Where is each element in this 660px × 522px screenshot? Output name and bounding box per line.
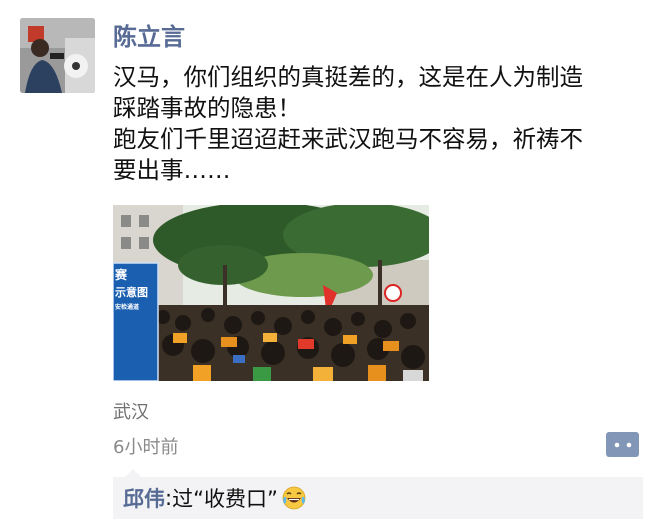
comment-area-arrow [125, 469, 141, 477]
comment-separator: : [165, 486, 173, 510]
comment-item[interactable]: 邱伟 : 过“收费口” [113, 477, 643, 519]
sign-line-1: 赛 [115, 268, 128, 282]
post-text: 汉马，你们组织的真挺差的，这是在人为制造 踩踏事故的隐患！ 跑友们千里迢迢赶来武… [113, 63, 583, 184]
sign-line-3: 安检通道 [115, 304, 140, 312]
comment-text: 过“收费口” [172, 487, 278, 511]
post-timestamp: 6小时前 [113, 437, 179, 458]
comment-button[interactable] [606, 432, 639, 457]
sign-line-2: 示意图 [115, 285, 148, 299]
avatar-image [20, 18, 95, 93]
commenter-name[interactable]: 邱伟 [123, 483, 165, 513]
post-photo[interactable]: 赛 示意图 安检通道 [113, 205, 429, 381]
comment-area: 邱伟 : 过“收费口” [113, 469, 643, 519]
author-name[interactable]: 陈立言 [113, 22, 185, 52]
sign-text: 赛 示意图 安检通道 [115, 268, 157, 312]
marathon-crowd-photo [113, 205, 429, 381]
location-link[interactable]: 武汉 [113, 398, 149, 424]
avatar[interactable] [20, 18, 95, 93]
laughing-tears-emoji-icon [282, 486, 306, 510]
more-dots-icon [614, 442, 631, 447]
